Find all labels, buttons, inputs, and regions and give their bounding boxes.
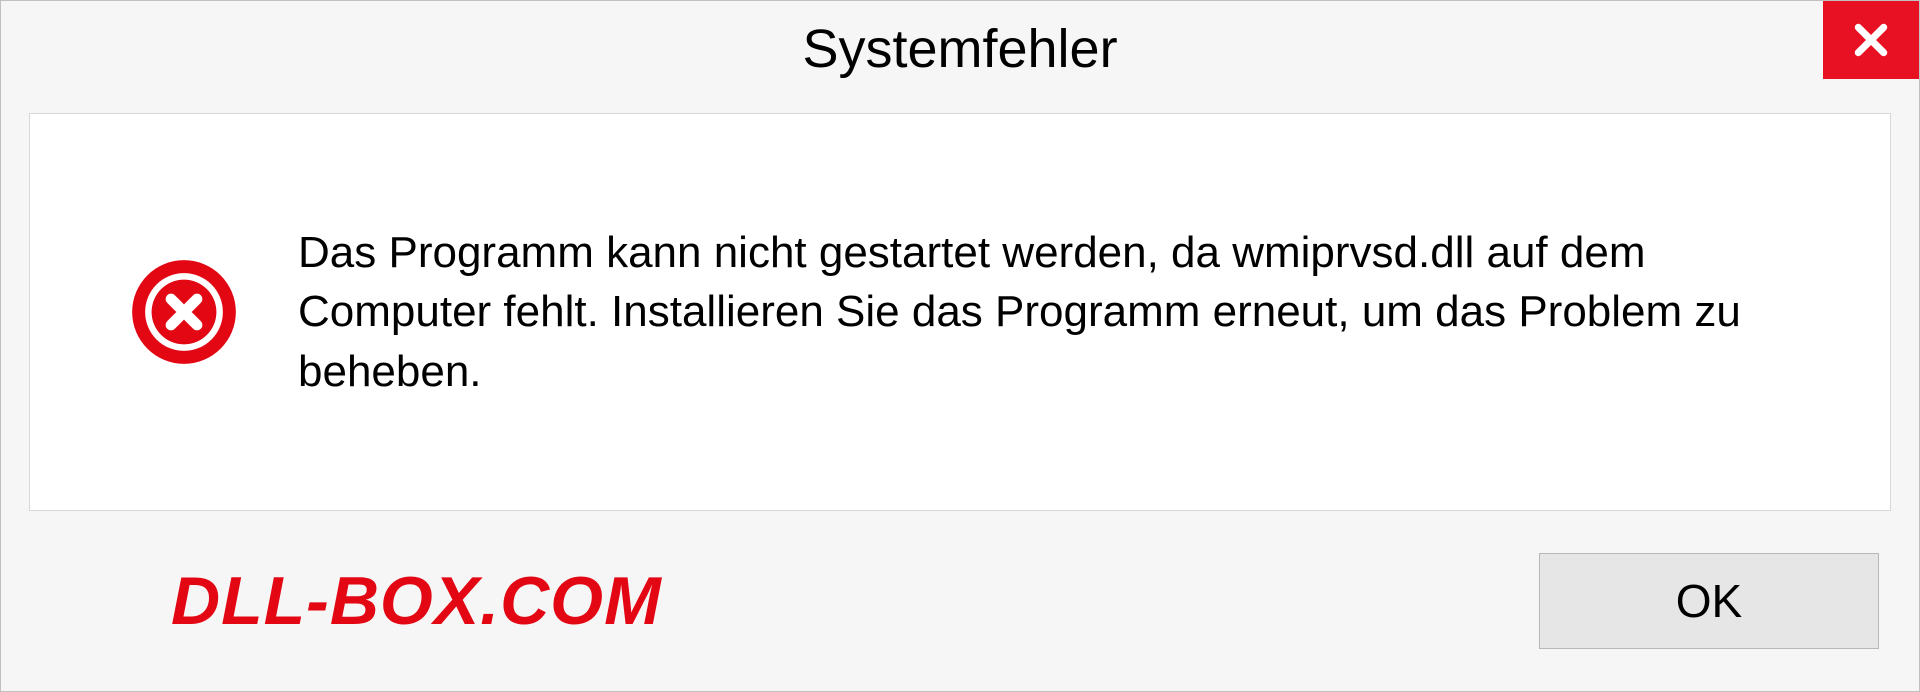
- ok-button[interactable]: OK: [1539, 553, 1879, 649]
- close-button[interactable]: [1823, 1, 1919, 79]
- error-message: Das Programm kann nicht gestartet werden…: [298, 223, 1830, 401]
- error-dialog: Systemfehler Das Programm kann nicht ges…: [0, 0, 1920, 692]
- dialog-title: Systemfehler: [802, 18, 1117, 80]
- watermark-text: DLL-BOX.COM: [171, 562, 662, 640]
- close-icon: [1852, 21, 1890, 59]
- error-icon: [130, 258, 238, 366]
- content-panel: Das Programm kann nicht gestartet werden…: [29, 113, 1891, 511]
- titlebar: Systemfehler: [1, 1, 1919, 97]
- dialog-footer: DLL-BOX.COM OK: [1, 511, 1919, 691]
